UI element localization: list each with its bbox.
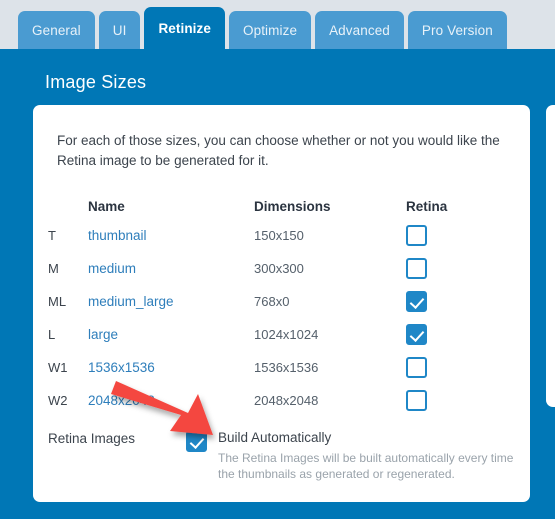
size-key: W2 bbox=[48, 393, 68, 408]
size-key: M bbox=[48, 261, 59, 276]
tab-ui[interactable]: UI bbox=[98, 11, 141, 50]
retina-checkbox[interactable] bbox=[406, 291, 427, 312]
table-header-row: Name Dimensions Retina bbox=[40, 193, 510, 219]
retina-checkbox[interactable] bbox=[406, 258, 427, 279]
tab-advanced[interactable]: Advanced bbox=[315, 11, 404, 50]
build-automatically-description: The Retina Images will be built automati… bbox=[218, 451, 514, 481]
tab-retinize[interactable]: Retinize bbox=[144, 7, 225, 50]
size-dimensions: 768x0 bbox=[254, 294, 290, 309]
size-name-link[interactable]: medium bbox=[88, 261, 136, 276]
retina-images-option-row: Retina Images Build Automatically The Re… bbox=[48, 429, 518, 482]
tab-label: Optimize bbox=[243, 23, 298, 38]
retina-checkbox[interactable] bbox=[406, 390, 427, 411]
tab-bar: General UI Retinize Optimize Advanced Pr… bbox=[0, 0, 555, 50]
size-dimensions: 150x150 bbox=[254, 228, 304, 243]
table-row: W2 2048x2048 2048x2048 bbox=[40, 384, 510, 417]
size-name-link[interactable]: 1536x1536 bbox=[88, 360, 155, 375]
size-key: T bbox=[48, 228, 56, 243]
page-title: Image Sizes bbox=[45, 72, 147, 92]
tab-label: UI bbox=[112, 23, 127, 38]
size-dimensions: 1024x1024 bbox=[254, 327, 319, 342]
column-header-name: Name bbox=[88, 198, 125, 214]
size-dimensions: 300x300 bbox=[254, 261, 304, 276]
tab-pro-version[interactable]: Pro Version bbox=[407, 11, 507, 50]
size-name-link[interactable]: large bbox=[88, 327, 118, 342]
size-name-link[interactable]: medium_large bbox=[88, 294, 174, 309]
table-row: T thumbnail 150x150 bbox=[40, 219, 510, 252]
tab-label: Retinize bbox=[158, 21, 211, 36]
table-row: W1 1536x1536 1536x1536 bbox=[40, 351, 510, 384]
size-key: L bbox=[48, 327, 56, 342]
intro-text: For each of those sizes, you can choose … bbox=[57, 133, 500, 168]
adjacent-card-partial bbox=[546, 105, 555, 407]
tab-label: Advanced bbox=[329, 23, 390, 38]
size-dimensions: 1536x1536 bbox=[254, 360, 319, 375]
build-automatically-checkbox[interactable] bbox=[186, 431, 207, 452]
column-header-retina: Retina bbox=[406, 198, 448, 214]
retina-checkbox[interactable] bbox=[406, 357, 427, 378]
tab-label: General bbox=[32, 23, 81, 38]
image-sizes-card: For each of those sizes, you can choose … bbox=[33, 105, 530, 502]
tab-optimize[interactable]: Optimize bbox=[229, 11, 312, 50]
size-name-link[interactable]: thumbnail bbox=[88, 228, 147, 243]
retina-images-label: Retina Images bbox=[48, 431, 136, 446]
image-sizes-table: Name Dimensions Retina T thumbnail 150x1… bbox=[40, 193, 510, 417]
size-key: W1 bbox=[48, 360, 68, 375]
build-automatically-label: Build Automatically bbox=[218, 430, 332, 445]
retina-checkbox[interactable] bbox=[406, 225, 427, 246]
size-dimensions: 2048x2048 bbox=[254, 393, 319, 408]
size-key: ML bbox=[48, 294, 67, 309]
table-row: M medium 300x300 bbox=[40, 252, 510, 285]
retina-checkbox[interactable] bbox=[406, 324, 427, 345]
table-row: L large 1024x1024 bbox=[40, 318, 510, 351]
tab-general[interactable]: General bbox=[18, 11, 95, 50]
plugin-settings-screen: General UI Retinize Optimize Advanced Pr… bbox=[0, 0, 555, 519]
size-name-link[interactable]: 2048x2048 bbox=[88, 393, 155, 408]
column-header-dimensions: Dimensions bbox=[254, 198, 331, 214]
tab-label: Pro Version bbox=[421, 23, 493, 38]
retinize-panel: Image Sizes For each of those sizes, you… bbox=[0, 49, 555, 519]
table-row: ML medium_large 768x0 bbox=[40, 285, 510, 318]
